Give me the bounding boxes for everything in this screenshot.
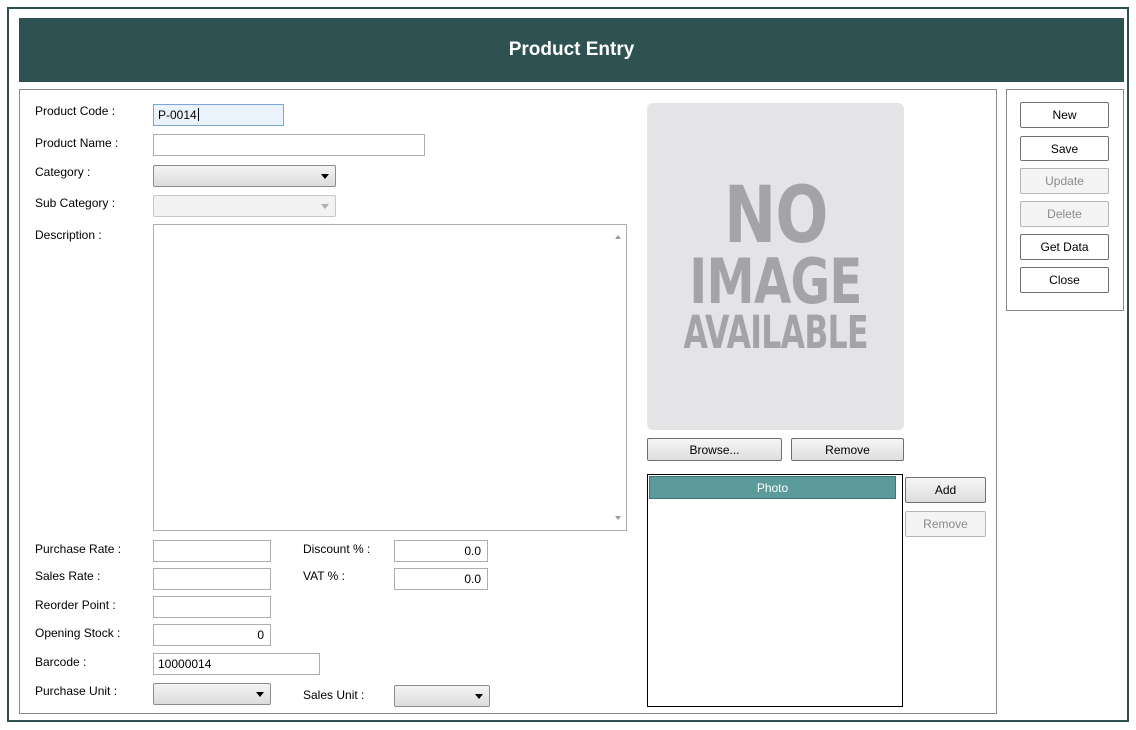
discount-field[interactable]: 0.0 xyxy=(394,540,488,562)
page-title: Product Entry xyxy=(19,18,1124,82)
barcode-label: Barcode : xyxy=(35,655,87,669)
sales-rate-field[interactable] xyxy=(153,568,271,590)
product-image: NO IMAGE AVAILABLE xyxy=(647,103,904,430)
remove-photo-button[interactable]: Remove xyxy=(905,511,986,537)
save-button[interactable]: Save xyxy=(1020,136,1109,161)
delete-button[interactable]: Delete xyxy=(1020,201,1109,227)
browse-image-button[interactable]: Browse... xyxy=(647,438,782,461)
category-label: Category : xyxy=(35,165,91,179)
no-image-line-1: NO xyxy=(723,170,828,261)
product-name-field[interactable] xyxy=(153,134,425,156)
add-photo-button[interactable]: Add xyxy=(905,477,986,503)
purchase-unit-select[interactable] xyxy=(153,683,271,705)
scroll-down-icon[interactable] xyxy=(615,516,621,520)
sales-unit-select[interactable] xyxy=(394,685,490,707)
opening-stock-label: Opening Stock : xyxy=(35,626,121,640)
photo-grid[interactable]: Photo xyxy=(647,474,903,707)
reorder-point-field[interactable] xyxy=(153,596,271,618)
barcode-field[interactable]: 10000014 xyxy=(153,653,320,675)
purchase-rate-field[interactable] xyxy=(153,540,271,562)
chevron-down-icon xyxy=(321,204,329,209)
no-image-line-3: AVAILABLE xyxy=(683,305,868,359)
product-code-label: Product Code : xyxy=(35,104,116,118)
vat-field[interactable]: 0.0 xyxy=(394,568,488,590)
photo-column-header[interactable]: Photo xyxy=(649,476,896,499)
opening-stock-field[interactable]: 0 xyxy=(153,624,271,646)
sales-unit-label: Sales Unit : xyxy=(303,688,365,702)
purchase-rate-label: Purchase Rate : xyxy=(35,542,122,556)
sub-category-select[interactable] xyxy=(153,195,336,217)
product-code-field[interactable]: P-0014 xyxy=(153,104,284,126)
chevron-down-icon xyxy=(321,174,329,179)
update-button[interactable]: Update xyxy=(1020,168,1109,194)
sub-category-label: Sub Category : xyxy=(35,196,116,210)
vat-label: VAT % : xyxy=(303,569,346,583)
product-code-value: P-0014 xyxy=(158,108,197,122)
chevron-down-icon xyxy=(475,694,483,699)
new-button[interactable]: New xyxy=(1020,102,1109,128)
no-image-line-2: IMAGE xyxy=(689,244,862,318)
description-label: Description : xyxy=(35,228,102,242)
category-select[interactable] xyxy=(153,165,336,187)
page-title-text: Product Entry xyxy=(508,39,635,60)
remove-image-button[interactable]: Remove xyxy=(791,438,904,461)
discount-label: Discount % : xyxy=(303,542,371,556)
get-data-button[interactable]: Get Data xyxy=(1020,234,1109,260)
scroll-up-icon[interactable] xyxy=(615,235,621,239)
chevron-down-icon xyxy=(256,692,264,697)
product-name-label: Product Name : xyxy=(35,136,119,150)
purchase-unit-label: Purchase Unit : xyxy=(35,684,118,698)
text-caret xyxy=(197,108,199,121)
sales-rate-label: Sales Rate : xyxy=(35,569,101,583)
close-button[interactable]: Close xyxy=(1020,267,1109,293)
description-textarea[interactable] xyxy=(153,224,627,531)
reorder-point-label: Reorder Point : xyxy=(35,598,116,612)
